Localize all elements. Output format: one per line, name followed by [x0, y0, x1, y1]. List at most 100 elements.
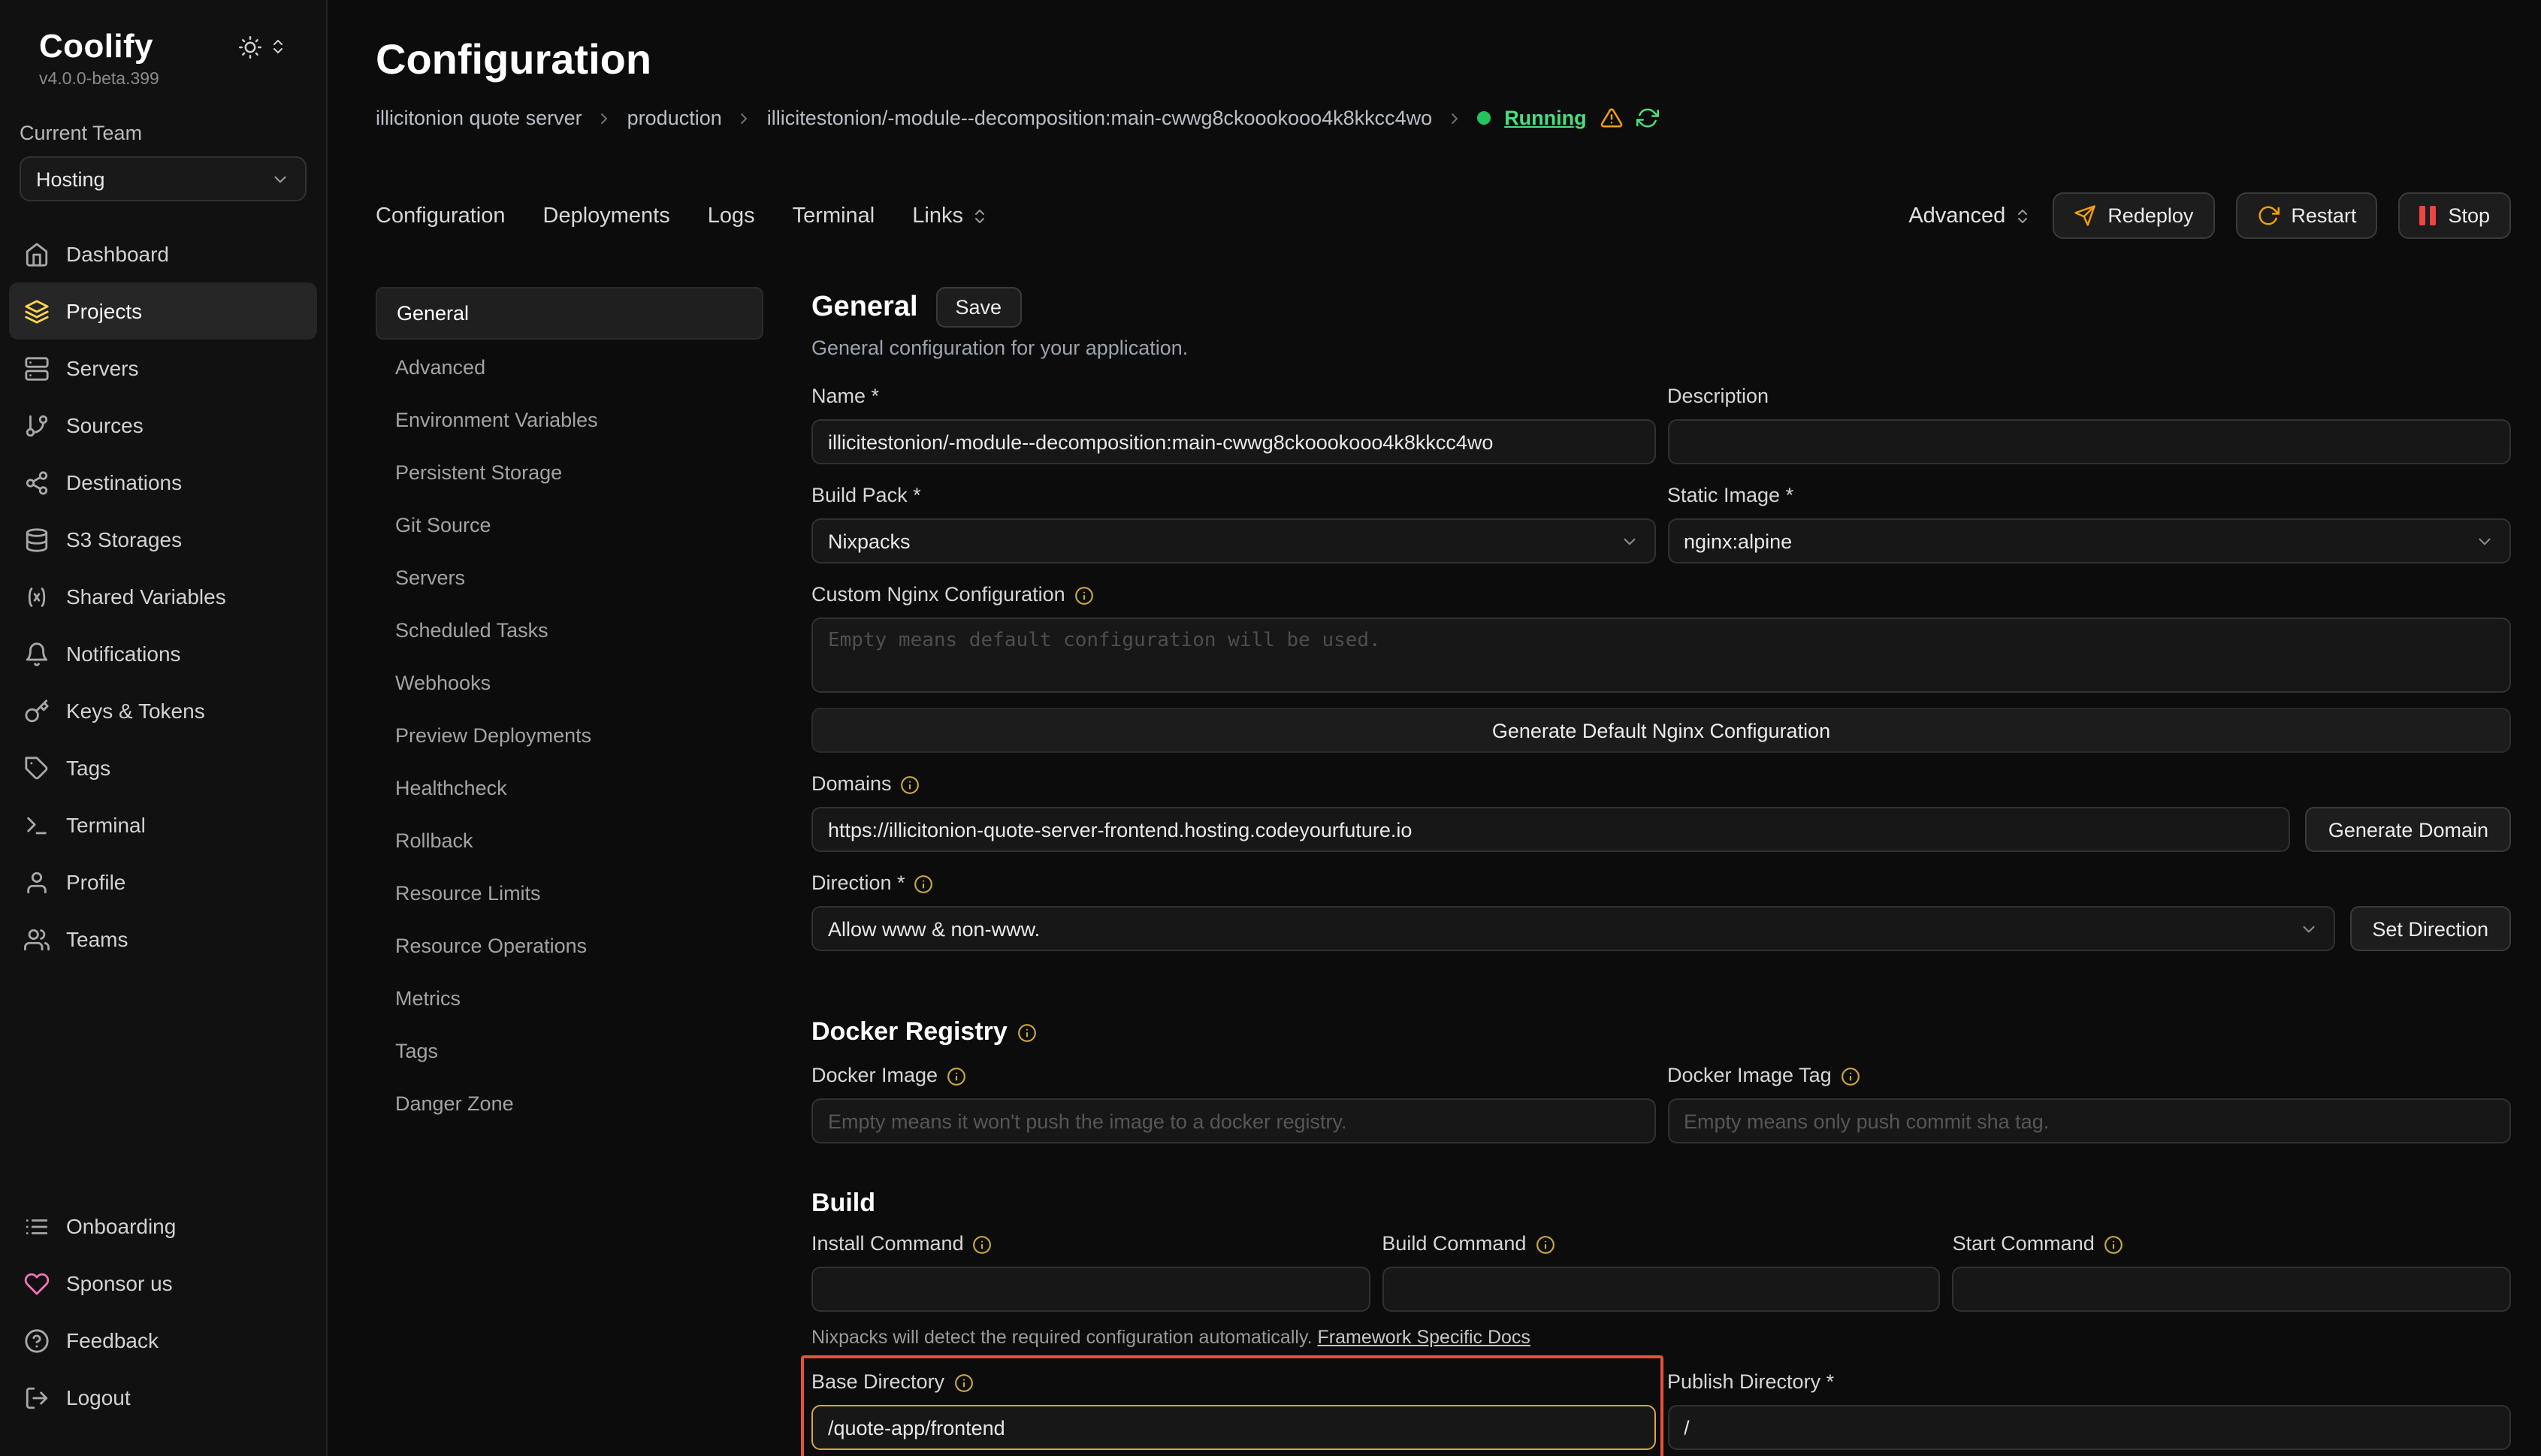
settings-nav-servers[interactable]: Servers: [376, 553, 763, 603]
app-logo[interactable]: Coolify: [39, 27, 153, 66]
sidebar-item-logout[interactable]: Logout: [9, 1369, 317, 1426]
sidebar-item-feedback[interactable]: Feedback: [9, 1312, 317, 1369]
sidebar-item-label: Projects: [66, 299, 142, 323]
domains-input[interactable]: [811, 807, 2291, 852]
field-description: Description: [1667, 383, 2511, 464]
build-pack-select[interactable]: Nixpacks: [811, 518, 1655, 563]
git-branch-icon: [24, 412, 50, 438]
set-direction-button[interactable]: Set Direction: [2349, 906, 2511, 951]
info-icon[interactable]: [1074, 585, 1094, 605]
direction-select[interactable]: Allow www & non-www.: [811, 906, 2334, 951]
chevron-down-icon: [270, 169, 290, 189]
sidebar-item-terminal[interactable]: Terminal: [9, 796, 317, 853]
tab-links[interactable]: Links: [912, 204, 989, 228]
tabbar: Configuration Deployments Logs Terminal …: [376, 192, 2511, 239]
sidebar-item-label: Keys & Tokens: [66, 699, 205, 723]
static-image-select[interactable]: nginx:alpine: [1667, 518, 2511, 563]
breadcrumb-application[interactable]: illicitestonion/-module--decomposition:m…: [767, 107, 1432, 129]
generate-domain-button[interactable]: Generate Domain: [2306, 807, 2511, 852]
sidebar-item-sources[interactable]: Sources: [9, 397, 317, 454]
sidebar-item-tags[interactable]: Tags: [9, 739, 317, 796]
sidebar-item-destinations[interactable]: Destinations: [9, 454, 317, 511]
name-label: Name *: [811, 383, 879, 410]
tab-logs[interactable]: Logs: [708, 204, 755, 228]
docker-image-tag-input[interactable]: [1667, 1098, 2511, 1143]
description-input[interactable]: [1667, 419, 2511, 464]
start-command-input[interactable]: [1953, 1267, 2511, 1312]
install-command-input[interactable]: [811, 1267, 1370, 1312]
settings-nav-advanced[interactable]: Advanced: [376, 343, 763, 392]
app-version: v4.0.0-beta.399: [0, 71, 326, 89]
sidebar-item-profile[interactable]: Profile: [9, 853, 317, 911]
settings-nav-git-source[interactable]: Git Source: [376, 500, 763, 550]
settings-nav-metrics[interactable]: Metrics: [376, 974, 763, 1023]
team-select[interactable]: Hosting: [20, 156, 307, 201]
settings-nav-general[interactable]: General: [376, 287, 763, 340]
breadcrumb-environment[interactable]: production: [627, 107, 722, 129]
sidebar-item-notifications[interactable]: Notifications: [9, 625, 317, 682]
general-form: General Save General configuration for y…: [811, 287, 2511, 1456]
chevrons-up-down-icon: [971, 207, 989, 225]
sidebar-item-projects[interactable]: Projects: [9, 282, 317, 340]
info-icon[interactable]: [953, 1373, 973, 1392]
settings-nav-resource-limits[interactable]: Resource Limits: [376, 868, 763, 918]
sidebar-item-sponsor-us[interactable]: Sponsor us: [9, 1255, 317, 1312]
custom-nginx-textarea[interactable]: [811, 618, 2511, 693]
settings-nav-scheduled-tasks[interactable]: Scheduled Tasks: [376, 606, 763, 655]
info-icon[interactable]: [901, 775, 920, 794]
tab-label: Deployments: [543, 204, 670, 228]
sidebar-item-s3-storages[interactable]: S3 Storages: [9, 511, 317, 568]
sidebar-item-label: Logout: [66, 1385, 131, 1409]
base-directory-input[interactable]: [811, 1405, 1655, 1450]
refresh-icon[interactable]: [1636, 107, 1659, 129]
info-icon[interactable]: [973, 1234, 993, 1254]
info-icon[interactable]: [1535, 1234, 1555, 1254]
info-icon[interactable]: [1841, 1066, 1860, 1086]
tab-deployments[interactable]: Deployments: [543, 204, 670, 228]
sidebar-item-shared-variables[interactable]: Shared Variables: [9, 568, 317, 625]
framework-docs-link[interactable]: Framework Specific Docs: [1318, 1327, 1530, 1348]
sidebar-item-teams[interactable]: Teams: [9, 911, 317, 968]
settings-nav-tags[interactable]: Tags: [376, 1026, 763, 1076]
publish-directory-input[interactable]: [1667, 1405, 2511, 1450]
info-icon[interactable]: [947, 1066, 966, 1086]
theme-toggle[interactable]: [239, 35, 287, 58]
build-command-input[interactable]: [1382, 1267, 1940, 1312]
settings-nav-healthcheck[interactable]: Healthcheck: [376, 763, 763, 813]
sidebar-item-onboarding[interactable]: Onboarding: [9, 1198, 317, 1255]
content: General Advanced Environment Variables P…: [376, 287, 2511, 1456]
info-icon[interactable]: [2104, 1234, 2123, 1254]
save-button[interactable]: Save: [936, 287, 1022, 328]
tab-configuration[interactable]: Configuration: [376, 204, 506, 228]
status-running-link[interactable]: Running: [1504, 107, 1586, 129]
sidebar-item-servers[interactable]: Servers: [9, 340, 317, 397]
field-base-directory: Base Directory: [811, 1369, 1655, 1450]
breadcrumb-project[interactable]: illicitonion quote server: [376, 107, 582, 129]
advanced-dropdown[interactable]: Advanced: [1908, 204, 2031, 228]
restart-label: Restart: [2291, 204, 2356, 227]
info-icon[interactable]: [914, 874, 934, 893]
settings-nav-persistent-storage[interactable]: Persistent Storage: [376, 448, 763, 497]
heart-icon: [24, 1270, 50, 1296]
sidebar-item-keys-tokens[interactable]: Keys & Tokens: [9, 682, 317, 739]
settings-nav-webhooks[interactable]: Webhooks: [376, 658, 763, 708]
redeploy-button[interactable]: Redeploy: [2052, 192, 2214, 239]
tab-label: Logs: [708, 204, 755, 228]
stop-button[interactable]: Stop: [2398, 192, 2511, 239]
info-icon[interactable]: [1018, 1023, 1038, 1042]
direction-value: Allow www & non-www.: [828, 917, 1040, 940]
settings-nav-environment-variables[interactable]: Environment Variables: [376, 395, 763, 445]
tab-terminal[interactable]: Terminal: [793, 204, 875, 228]
static-image-label: Static Image *: [1667, 482, 1793, 509]
settings-nav-rollback[interactable]: Rollback: [376, 816, 763, 865]
name-input[interactable]: [811, 419, 1655, 464]
sidebar-item-dashboard[interactable]: Dashboard: [9, 225, 317, 282]
docker-image-input[interactable]: [811, 1098, 1655, 1143]
settings-nav-danger-zone[interactable]: Danger Zone: [376, 1079, 763, 1128]
restart-button[interactable]: Restart: [2235, 192, 2377, 239]
settings-nav-resource-operations[interactable]: Resource Operations: [376, 921, 763, 971]
generate-nginx-button[interactable]: Generate Default Nginx Configuration: [811, 708, 2511, 753]
settings-nav-preview-deployments[interactable]: Preview Deployments: [376, 711, 763, 760]
sidebar-item-label: Feedback: [66, 1328, 159, 1352]
start-command-label: Start Command: [1953, 1231, 2095, 1258]
